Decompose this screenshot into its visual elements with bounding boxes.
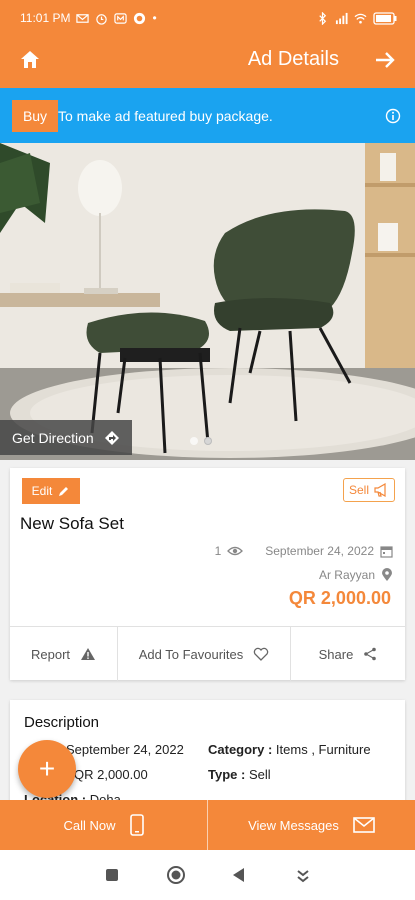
whatsapp-status-icon bbox=[134, 12, 146, 24]
warning-icon bbox=[81, 648, 96, 660]
info-icon[interactable] bbox=[385, 108, 401, 124]
ad-actions: Report Add To Favourites Share bbox=[10, 626, 405, 681]
ad-info-card: Edit Sell New Sofa Set 1 September 24, 2… bbox=[10, 468, 405, 681]
carousel-dot-active[interactable] bbox=[204, 437, 212, 445]
featured-banner: Buy To make ad featured buy package. bbox=[0, 88, 415, 143]
type-value: Sell bbox=[248, 767, 271, 782]
battery-icon bbox=[373, 11, 397, 25]
back-icon[interactable] bbox=[229, 865, 249, 885]
recents-icon[interactable] bbox=[102, 865, 122, 885]
view-count: 1 bbox=[214, 544, 222, 558]
location-pin-icon bbox=[382, 568, 392, 581]
share-button[interactable]: Share bbox=[291, 627, 405, 681]
pencil-icon bbox=[59, 487, 69, 496]
category-label: Category : bbox=[208, 742, 273, 757]
phone-icon bbox=[129, 814, 144, 836]
mi-status-icon bbox=[114, 12, 128, 24]
location-row: Ar Rayyan bbox=[319, 568, 393, 582]
app-bar: Ad Details bbox=[0, 36, 415, 86]
ad-image-carousel[interactable]: Get Direction bbox=[0, 143, 415, 460]
edit-button[interactable]: Edit bbox=[22, 478, 80, 504]
keyboard-hide-icon[interactable] bbox=[293, 865, 313, 885]
view-messages-label: View Messages bbox=[248, 817, 339, 833]
status-bar: 11:01 PM • bbox=[0, 0, 415, 36]
report-label: Report bbox=[30, 646, 71, 662]
megaphone-icon bbox=[374, 483, 386, 497]
ad-title: New Sofa Set bbox=[20, 514, 124, 533]
ad-type-badge: Sell bbox=[343, 478, 395, 502]
status-time: 11:01 PM bbox=[20, 11, 71, 25]
page-title: Ad Details bbox=[247, 48, 339, 70]
eye-icon bbox=[227, 546, 244, 556]
description-price: QR 2,000.00 bbox=[74, 767, 148, 782]
share-label: Share bbox=[318, 646, 354, 662]
direction-icon bbox=[104, 430, 119, 445]
view-messages-button[interactable]: View Messages bbox=[207, 800, 415, 850]
calendar-icon bbox=[380, 545, 393, 558]
home-nav-icon[interactable] bbox=[166, 865, 186, 885]
wifi-icon bbox=[354, 13, 367, 24]
share-icon bbox=[364, 647, 377, 661]
header: 11:01 PM • Ad Details bbox=[0, 0, 415, 88]
call-now-button[interactable]: Call Now bbox=[0, 800, 207, 850]
ad-price: QR 2,000.00 bbox=[288, 588, 391, 608]
type-label: Type : bbox=[208, 767, 246, 782]
description-date: September 24, 2022 bbox=[66, 742, 184, 757]
favourites-label: Add To Favourites bbox=[138, 646, 244, 662]
ad-type-label: Sell bbox=[348, 483, 369, 497]
description-type: Type : Sell bbox=[208, 767, 271, 782]
system-nav-bar bbox=[0, 850, 415, 900]
category-value: Items , Furniture bbox=[275, 742, 371, 757]
description-title: Description bbox=[24, 714, 100, 731]
ad-date: September 24, 2022 bbox=[265, 544, 374, 558]
mail-status-icon bbox=[76, 13, 90, 23]
views-date-row: 1 September 24, 2022 bbox=[215, 544, 393, 558]
get-direction-button[interactable]: Get Direction bbox=[0, 420, 132, 455]
description-category: Category : Items , Furniture bbox=[208, 742, 371, 757]
bottom-action-bar: Call Now View Messages bbox=[0, 800, 415, 850]
bluetooth-icon bbox=[319, 11, 327, 25]
report-button[interactable]: Report bbox=[10, 627, 118, 681]
status-dot: • bbox=[152, 11, 157, 25]
mail-icon bbox=[353, 817, 375, 833]
arrow-right-icon[interactable] bbox=[373, 48, 397, 72]
heart-icon bbox=[254, 647, 269, 661]
add-fab-button[interactable]: + bbox=[18, 740, 76, 798]
call-now-label: Call Now bbox=[63, 817, 116, 833]
get-direction-label: Get Direction bbox=[12, 429, 94, 446]
carousel-indicator bbox=[190, 437, 212, 445]
carousel-dot[interactable] bbox=[190, 437, 198, 445]
add-to-favourites-button[interactable]: Add To Favourites bbox=[118, 627, 291, 681]
alarm-status-icon bbox=[96, 13, 108, 25]
home-icon[interactable] bbox=[18, 48, 42, 72]
buy-button[interactable]: Buy bbox=[12, 100, 58, 132]
ad-location: Ar Rayyan bbox=[318, 568, 375, 582]
chair-photo bbox=[0, 143, 415, 460]
signal-icon bbox=[335, 12, 348, 24]
edit-label: Edit bbox=[31, 484, 53, 498]
featured-message: To make ad featured buy package. bbox=[58, 108, 273, 124]
